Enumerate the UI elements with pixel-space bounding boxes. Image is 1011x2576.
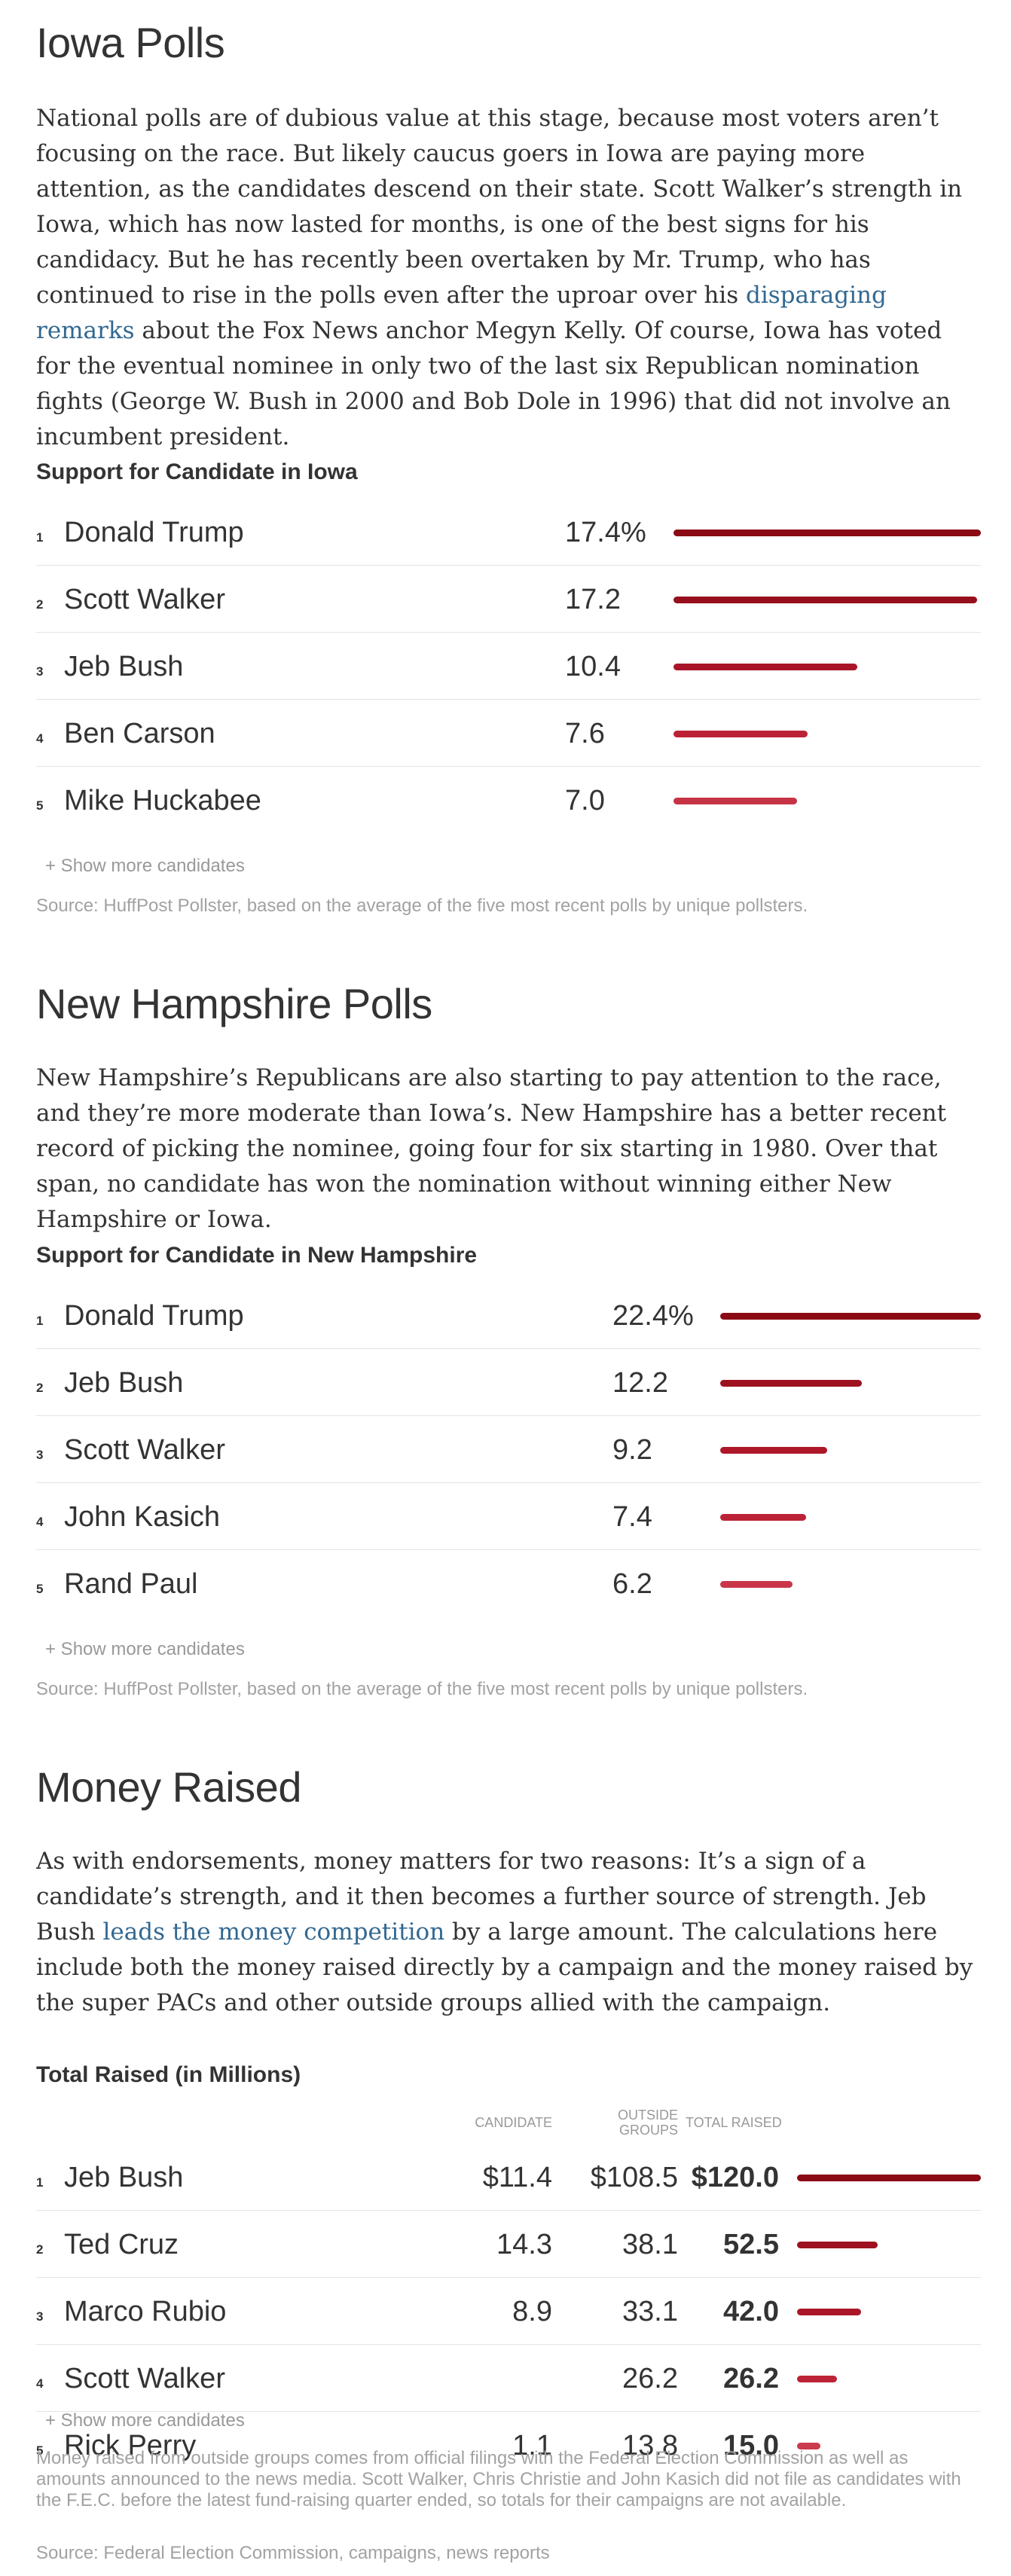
rank-number: 1 bbox=[36, 530, 44, 545]
table-row: 2 Scott Walker 17.2 bbox=[36, 567, 981, 633]
outside-groups-raised: $108.5 bbox=[590, 2162, 678, 2193]
table-row: 3 Jeb Bush 10.4 bbox=[36, 634, 981, 700]
column-header-total-raised: TOTAL RAISED bbox=[686, 2115, 782, 2130]
table-row: 3 Scott Walker 9.2 bbox=[36, 1418, 981, 1483]
support-bar bbox=[720, 1313, 981, 1320]
candidate-value: 17.4% bbox=[565, 517, 646, 548]
rank-number: 3 bbox=[36, 2309, 44, 2324]
outside-groups-raised: 38.1 bbox=[622, 2229, 678, 2260]
show-more-button-iowa[interactable]: + Show more candidates bbox=[45, 856, 245, 877]
rank-number: 5 bbox=[36, 1582, 44, 1596]
support-bar bbox=[673, 664, 857, 670]
table-row: 2 Ted Cruz 14.3 38.1 52.5 bbox=[36, 2212, 981, 2278]
paragraph-iowa: National polls are of dubious value at t… bbox=[36, 105, 963, 450]
rank-number: 2 bbox=[36, 2242, 44, 2257]
table-row: 4 John Kasich 7.4 bbox=[36, 1485, 981, 1550]
column-header-outside-groups: OUTSIDE GROUPS bbox=[617, 2107, 678, 2138]
candidate-name: Rand Paul bbox=[64, 1568, 198, 1600]
total-raised: 52.5 bbox=[723, 2229, 779, 2260]
total-raised-bar bbox=[797, 2242, 878, 2248]
candidate-value: 7.0 bbox=[565, 785, 605, 816]
source-note-money: Source: Federal Election Commission, cam… bbox=[36, 2543, 550, 2563]
candidate-value: 10.4 bbox=[565, 651, 621, 682]
rank-number: 4 bbox=[36, 2376, 44, 2391]
candidate-name: Scott Walker bbox=[64, 2363, 225, 2394]
table-row: 4 Scott Walker 26.2 26.2 bbox=[36, 2346, 981, 2412]
candidate-name: Scott Walker bbox=[64, 584, 225, 615]
rank-number: 3 bbox=[36, 664, 44, 679]
candidate-name: Jeb Bush bbox=[64, 651, 184, 682]
outside-groups-raised: 26.2 bbox=[622, 2363, 678, 2394]
section-heading-money: Money Raised bbox=[36, 1763, 301, 1811]
section-heading-iowa: Iowa Polls bbox=[36, 19, 225, 66]
table-row: 1 Donald Trump 17.4% bbox=[36, 500, 981, 566]
candidate-value: 12.2 bbox=[612, 1367, 668, 1399]
candidate-name: Mike Huckabee bbox=[64, 785, 261, 816]
total-raised: 42.0 bbox=[723, 2296, 779, 2327]
total-raised: $120.0 bbox=[691, 2162, 779, 2193]
candidate-name: Donald Trump bbox=[64, 517, 244, 548]
chart-title-nh: Support for Candidate in New Hampshire bbox=[36, 1243, 478, 1268]
candidate-raised: $11.4 bbox=[482, 2162, 552, 2193]
link-money-competition[interactable]: leads the money competition bbox=[102, 1918, 444, 1946]
candidate-value: 7.6 bbox=[565, 718, 605, 749]
table-row: 2 Jeb Bush 12.2 bbox=[36, 1351, 981, 1416]
rank-number: 1 bbox=[36, 1314, 44, 1328]
chart-title-money: Total Raised (in Millions) bbox=[36, 2062, 301, 2087]
candidate-name: Ted Cruz bbox=[64, 2229, 179, 2260]
rank-number: 2 bbox=[36, 597, 44, 612]
rank-number: 2 bbox=[36, 1381, 44, 1395]
total-raised-bar bbox=[797, 2309, 861, 2315]
column-header-candidate: CANDIDATE bbox=[475, 2115, 552, 2130]
support-bar bbox=[720, 1447, 827, 1454]
rank-number: 4 bbox=[36, 1515, 44, 1529]
table-row: 5 Mike Huckabee 7.0 bbox=[36, 768, 981, 833]
candidate-name: Jeb Bush bbox=[64, 1367, 184, 1399]
outside-groups-raised: 33.1 bbox=[622, 2296, 678, 2327]
support-bar bbox=[673, 597, 977, 603]
candidate-value: 17.2 bbox=[565, 584, 621, 615]
candidate-name: John Kasich bbox=[64, 1501, 221, 1533]
support-bar bbox=[673, 798, 797, 804]
total-raised-bar bbox=[797, 2376, 837, 2382]
rank-number: 1 bbox=[36, 2175, 44, 2190]
rank-number: 5 bbox=[36, 798, 44, 813]
show-more-button-money[interactable]: + Show more candidates bbox=[45, 2410, 245, 2431]
note-money: Money raised from outside groups comes f… bbox=[36, 2448, 961, 2510]
candidate-name: Marco Rubio bbox=[64, 2296, 227, 2327]
rank-number: 3 bbox=[36, 1448, 44, 1462]
source-note-iowa: Source: HuffPost Pollster, based on the … bbox=[36, 896, 808, 916]
table-row: 3 Marco Rubio 8.9 33.1 42.0 bbox=[36, 2279, 981, 2345]
candidate-raised: 8.9 bbox=[512, 2296, 552, 2327]
source-note-nh: Source: HuffPost Pollster, based on the … bbox=[36, 1679, 808, 1699]
rank-number: 4 bbox=[36, 731, 44, 746]
paragraph-nh: New Hampshire’s Republicans are also sta… bbox=[36, 1064, 947, 1233]
support-bar bbox=[673, 530, 981, 536]
table-row: 5 Rand Paul 6.2 bbox=[36, 1552, 981, 1616]
candidate-value: 22.4% bbox=[612, 1300, 694, 1332]
candidate-value: 9.2 bbox=[612, 1434, 652, 1466]
total-raised-bar bbox=[797, 2175, 981, 2181]
show-more-button-nh[interactable]: + Show more candidates bbox=[45, 1639, 245, 1660]
candidate-name: Ben Carson bbox=[64, 718, 215, 749]
total-raised: 26.2 bbox=[723, 2363, 779, 2394]
candidate-value: 7.4 bbox=[612, 1501, 652, 1533]
support-bar bbox=[673, 731, 808, 737]
candidate-raised: 14.3 bbox=[496, 2229, 552, 2260]
candidate-name: Scott Walker bbox=[64, 1434, 225, 1466]
table-row: 4 Ben Carson 7.6 bbox=[36, 701, 981, 767]
table-row: 1 Jeb Bush $11.4 $108.5 $120.0 bbox=[36, 2145, 981, 2211]
table-row: 1 Donald Trump 22.4% bbox=[36, 1283, 981, 1349]
support-bar bbox=[720, 1581, 793, 1588]
candidate-name: Donald Trump bbox=[64, 1300, 244, 1332]
section-heading-nh: New Hampshire Polls bbox=[36, 980, 432, 1027]
support-bar bbox=[720, 1514, 806, 1521]
candidate-value: 6.2 bbox=[612, 1568, 652, 1600]
paragraph-money: As with endorsements, money matters for … bbox=[36, 1848, 973, 2016]
candidate-name: Jeb Bush bbox=[64, 2162, 184, 2193]
chart-title-iowa: Support for Candidate in Iowa bbox=[36, 459, 358, 484]
support-bar bbox=[720, 1380, 862, 1387]
